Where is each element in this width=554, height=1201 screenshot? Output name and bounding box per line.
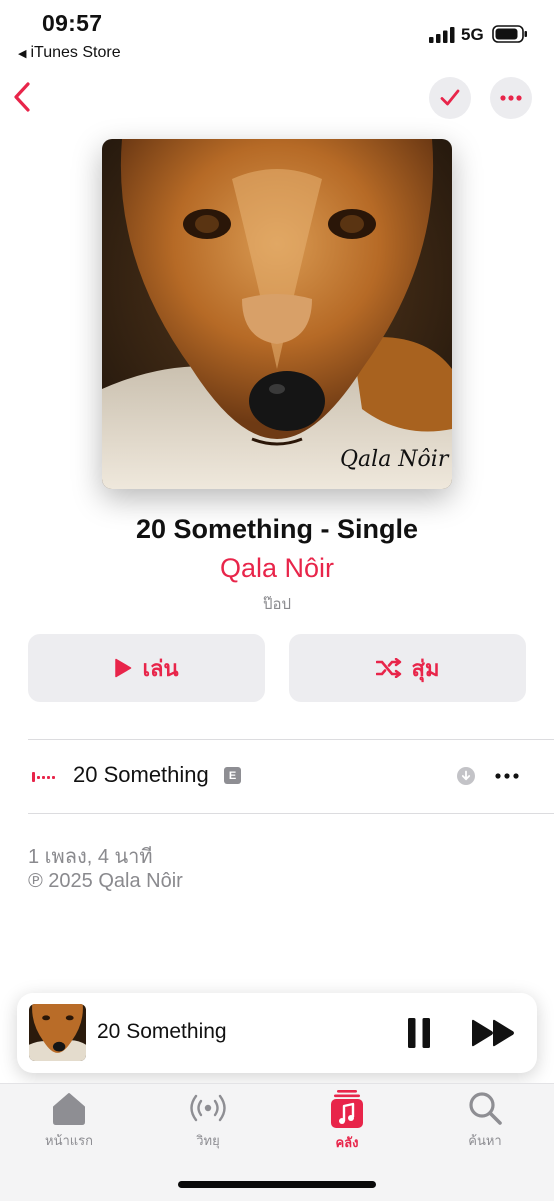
cellular-signal-icon: [429, 27, 455, 43]
album-artwork: Qala Nôir: [102, 139, 452, 489]
download-icon[interactable]: [457, 767, 475, 785]
track-more-icon[interactable]: [494, 769, 520, 783]
back-to-app-link[interactable]: ◀ iTunes Store: [18, 44, 121, 62]
home-icon: [53, 1093, 85, 1125]
checkmark-icon: [440, 89, 460, 106]
now-playing-indicator-icon: [32, 772, 55, 782]
battery-icon: [492, 25, 527, 43]
tab-search[interactable]: ค้นหา: [430, 1090, 540, 1151]
divider: [28, 813, 554, 814]
mini-player[interactable]: [17, 993, 537, 1073]
tab-library-label: คลัง: [335, 1135, 359, 1150]
pause-icon[interactable]: [406, 1017, 432, 1049]
ellipsis-icon: [500, 95, 522, 101]
play-button[interactable]: เล่น: [28, 634, 265, 702]
album-summary: 1 เพลง, 4 นาที: [28, 846, 153, 868]
play-icon: [115, 658, 132, 678]
shuffle-icon: [375, 658, 401, 678]
home-indicator: [178, 1181, 376, 1188]
library-icon: [331, 1090, 363, 1128]
album-title: 20 Something - Single: [135, 514, 419, 544]
tab-search-label: ค้นหา: [468, 1133, 502, 1148]
more-options-button[interactable]: [490, 77, 532, 119]
tab-home[interactable]: หน้าแรก: [14, 1090, 124, 1151]
back-chevron-icon[interactable]: [10, 80, 34, 114]
track-title: 20 Something: [73, 762, 209, 787]
explicit-badge: E: [224, 767, 241, 784]
tab-radio[interactable]: วิทยุ: [153, 1090, 263, 1151]
shuffle-button-label: สุ่ม: [411, 655, 440, 681]
search-icon: [469, 1092, 502, 1125]
tab-library[interactable]: คลัง: [292, 1090, 402, 1153]
mini-player-title: 20 Something: [97, 1020, 227, 1043]
fast-forward-icon[interactable]: [470, 1019, 516, 1047]
artist-link[interactable]: Qala Nôir: [0, 553, 554, 584]
tab-home-label: หน้าแรก: [45, 1133, 93, 1148]
radio-icon: [190, 1094, 226, 1122]
tab-radio-label: วิทยุ: [196, 1133, 220, 1148]
back-triangle-icon: ◀: [18, 47, 27, 60]
shuffle-button[interactable]: สุ่ม: [289, 634, 526, 702]
genre-label: ป๊อป: [262, 596, 292, 613]
mini-player-artwork: [29, 1004, 86, 1061]
copyright: ℗ 2025 Qala Nôir: [28, 870, 183, 892]
back-app-label: iTunes Store: [30, 44, 121, 61]
add-to-library-button[interactable]: [429, 77, 471, 119]
status-time: 09:57: [42, 10, 103, 36]
play-button-label: เล่น: [142, 655, 179, 681]
artwork-signature: Qala Nôir: [340, 447, 449, 472]
network-type: 5G: [461, 25, 484, 44]
